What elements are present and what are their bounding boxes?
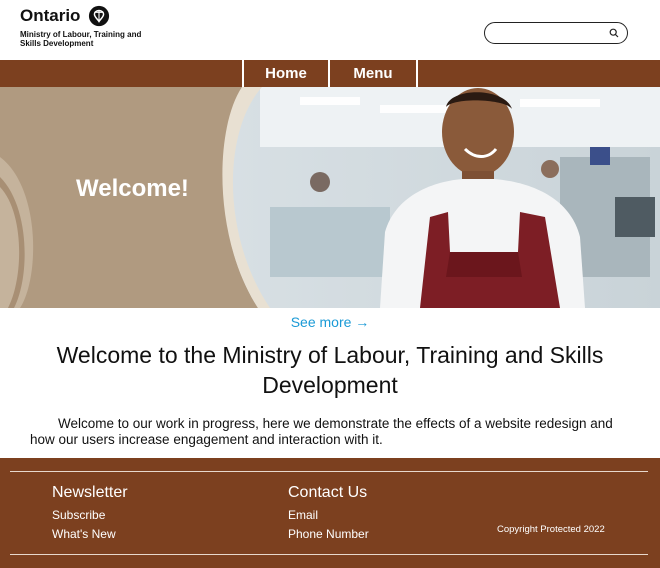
email-link[interactable]: Email [288, 506, 369, 525]
page-title: Welcome to the Ministry of Labour, Train… [56, 342, 604, 398]
site-footer: Newsletter Subscribe What's New Contact … [0, 458, 660, 568]
hero-banner: Welcome! [0, 87, 660, 308]
intro-paragraph: Welcome to our work in progress, here we… [30, 416, 613, 447]
copyright-text: Copyright Protected 2022 [497, 524, 605, 535]
whats-new-link[interactable]: What's New [52, 525, 128, 544]
see-more-link[interactable]: See more → [0, 314, 660, 330]
footer-divider-top [10, 471, 648, 472]
footer-newsletter: Newsletter Subscribe What's New [52, 484, 128, 544]
contact-heading: Contact Us [288, 484, 368, 501]
site-header: Ontario Ministry of Labour, Training and… [0, 0, 660, 60]
ministry-name: Ministry of Labour, Training and Skills … [20, 30, 142, 48]
main-nav: Home Menu [0, 60, 660, 87]
trillium-icon [88, 5, 109, 27]
search-icon[interactable] [609, 28, 619, 38]
search-input[interactable] [495, 25, 605, 41]
hero-welcome-text: Welcome! [76, 175, 189, 202]
subscribe-link[interactable]: Subscribe [52, 506, 128, 525]
footer-divider-bottom [10, 554, 648, 555]
footer-contact: Contact Us Email Phone Number [288, 484, 369, 544]
nav-menu[interactable]: Menu [328, 60, 418, 87]
search-box[interactable] [484, 22, 628, 44]
phone-number-link[interactable]: Phone Number [288, 525, 369, 544]
newsletter-heading: Newsletter [52, 484, 128, 501]
nav-home[interactable]: Home [242, 60, 328, 87]
logo-wordmark: Ontario [20, 6, 81, 25]
ontario-logo[interactable]: Ontario [20, 5, 110, 27]
